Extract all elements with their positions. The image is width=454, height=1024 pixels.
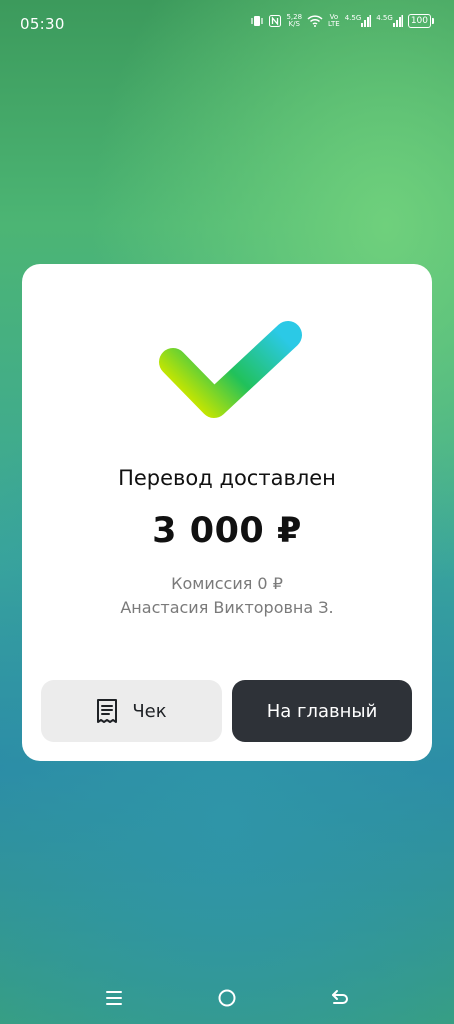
- sim1-network: 4.5G: [344, 14, 362, 22]
- battery-indicator: 100: [407, 14, 435, 28]
- recipient-name: Анастасия Викторовна З.: [120, 598, 334, 617]
- menu-icon[interactable]: [102, 985, 126, 1011]
- status-icons: 5,28 K/S Vo LTE 4.5G 4.5G 100: [250, 14, 435, 28]
- nfc-icon: [269, 15, 282, 27]
- net-speed: 5,28 K/S: [286, 14, 302, 28]
- home-button[interactable]: На главный: [232, 680, 412, 742]
- home-circle-icon[interactable]: [215, 985, 239, 1011]
- sim2-network: 4.5G: [376, 14, 393, 22]
- net-speed-unit: K/S: [288, 20, 300, 28]
- receipt-button-label: Чек: [132, 700, 167, 722]
- wifi-icon: [307, 15, 323, 27]
- signal-bars-icon: [392, 15, 403, 27]
- receipt-icon: [97, 699, 118, 723]
- vibrate-icon: [250, 15, 264, 27]
- signal-bars-icon: [361, 15, 372, 27]
- status-time: 05:30: [20, 15, 65, 33]
- transfer-amount: 3 000 ₽: [152, 511, 302, 551]
- back-icon[interactable]: [328, 985, 352, 1011]
- status-bar: 05:30 5,28 K/S Vo LTE 4.5G 4.5G 100: [0, 0, 454, 48]
- signal-sim2: 4.5G: [376, 15, 403, 27]
- transfer-status-title: Перевод доставлен: [118, 466, 336, 490]
- receipt-button[interactable]: Чек: [41, 680, 222, 742]
- volte-bottom: LTE: [328, 20, 340, 28]
- commission-text: Комиссия 0 ₽: [171, 574, 283, 593]
- home-button-label: На главный: [266, 700, 378, 722]
- check-icon: [159, 321, 302, 418]
- signal-sim1: 4.5G: [345, 15, 372, 27]
- volte-indicator: Vo LTE: [328, 14, 340, 28]
